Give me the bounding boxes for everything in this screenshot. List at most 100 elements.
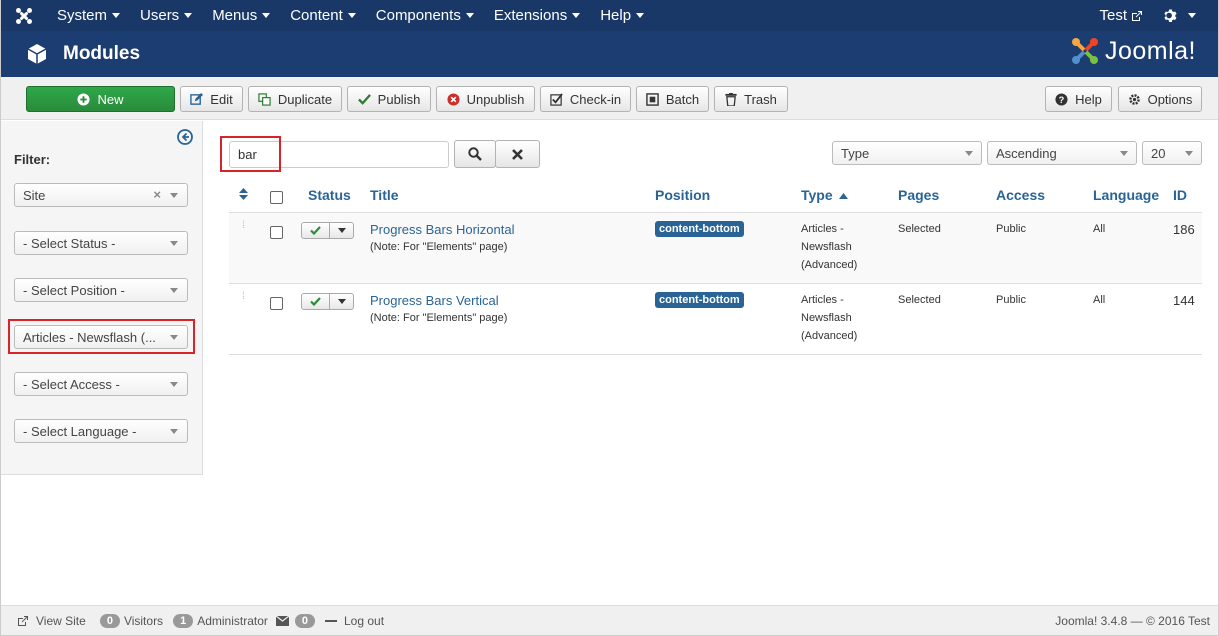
status-select[interactable]: - Select Status - [14,231,188,255]
filter-sidebar: Filter: Site × - Select Status - - Selec… [1,121,203,475]
menu-components[interactable]: Components [366,0,484,31]
row-checkbox[interactable] [270,297,283,310]
sort-field-select[interactable]: Type [832,141,982,165]
published-check-icon[interactable] [302,294,330,309]
drag-handle-icon[interactable]: ⁞ [242,292,245,302]
svg-text:?: ? [1059,94,1065,104]
top-navbar: System Users Menus Content Components Ex… [1,0,1218,31]
limit-value: 20 [1151,145,1166,161]
caret-down-icon [465,13,474,18]
page-title: Modules [63,43,141,64]
module-title-link[interactable]: Progress Bars Horizontal [370,222,515,237]
language-select[interactable]: - Select Language - [14,419,188,443]
access-cell: Public [996,294,1026,306]
logout-link[interactable]: Log out [325,614,384,628]
status-dropdown-toggle[interactable] [330,223,353,238]
type-header[interactable]: Type [801,187,848,203]
menu-users[interactable]: Users [130,0,202,31]
access-cell: Public [996,223,1026,235]
edit-button[interactable]: Edit [180,86,243,112]
gear-icon [1164,9,1177,22]
position-badge: content-bottom [655,292,744,308]
arrow-left-circle-icon[interactable] [177,129,193,145]
menu-system[interactable]: System [47,0,130,31]
type-cell: Articles - Newsflash (Advanced) [801,220,857,274]
settings-menu[interactable] [1153,0,1218,31]
highlight-box [8,319,195,354]
new-button[interactable]: New [26,86,175,112]
menu-extensions[interactable]: Extensions [484,0,590,31]
trash-label: Trash [744,91,777,107]
options-label: Options [1147,91,1193,107]
logout-label: Log out [344,613,385,628]
menu-content[interactable]: Content [280,0,366,31]
drag-handle-icon[interactable]: ⁞ [242,221,245,231]
external-link-icon [18,615,28,626]
checkin-button[interactable]: Check-in [540,86,631,112]
caret-down-icon [184,13,193,18]
publish-button[interactable]: Publish [347,86,431,112]
question-circle-icon: ? [1055,92,1068,106]
external-link-icon [1132,10,1142,21]
copy-icon [258,92,271,106]
type-cell: Articles - Newsflash (Advanced) [801,291,857,345]
caret-down-icon [170,288,178,293]
ordering-icon[interactable] [239,188,248,200]
published-check-icon[interactable] [302,223,330,238]
type-line: Newsflash [801,241,852,253]
access-header[interactable]: Access [996,187,1045,203]
status-toggle[interactable] [301,293,354,310]
select-all-checkbox[interactable] [270,191,283,204]
caret-down-icon [337,228,346,233]
unpublish-button[interactable]: Unpublish [436,86,535,112]
clear-icon[interactable]: × [153,187,161,202]
joomla-logo-icon[interactable] [1,0,47,31]
id-cell: 144 [1173,293,1195,308]
id-header[interactable]: ID [1173,187,1187,203]
menu-label: Menus [212,7,258,24]
duplicate-button[interactable]: Duplicate [248,86,342,112]
pages-header[interactable]: Pages [898,187,939,203]
help-button[interactable]: ? Help [1045,86,1112,112]
batch-button[interactable]: Batch [636,86,709,112]
caret-down-icon [347,13,356,18]
site-select[interactable]: Site × [14,183,188,207]
sort-direction-select[interactable]: Ascending [987,141,1137,165]
language-header[interactable]: Language [1093,187,1159,203]
position-select-value: - Select Position - [23,282,125,298]
position-select[interactable]: - Select Position - [14,278,188,302]
checkbox-icon [550,92,563,106]
status-header[interactable]: Status [308,187,351,203]
caret-down-icon [170,382,178,387]
pages-cell: Selected [898,223,941,235]
joomla-brand: Joomla! [1070,36,1196,66]
title-header[interactable]: Title [370,187,399,203]
trash-icon [725,92,737,106]
clear-search-button[interactable] [495,140,540,168]
messages-status[interactable]: 0 [275,613,319,628]
trash-button[interactable]: Trash [714,86,788,112]
user-site-link[interactable]: Test [1089,0,1153,31]
options-button[interactable]: Options [1118,86,1202,112]
module-title-link[interactable]: Progress Bars Vertical [370,293,499,308]
access-select[interactable]: - Select Access - [14,372,188,396]
row-checkbox[interactable] [270,226,283,239]
module-note: (Note: For "Elements" page) [370,241,508,253]
status-toggle[interactable] [301,222,354,239]
menu-menus[interactable]: Menus [202,0,280,31]
language-cell: All [1093,223,1106,235]
edit-icon [190,92,204,106]
sort-direction-value: Ascending [996,145,1057,161]
status-dropdown-toggle[interactable] [330,294,353,309]
view-site-link[interactable]: View Site [17,614,86,628]
unpublish-label: Unpublish [466,91,525,107]
menu-help[interactable]: Help [590,0,654,31]
search-button[interactable] [454,140,496,168]
menu-label: Content [290,7,343,24]
language-cell: All [1093,294,1106,306]
pages-cell: Selected [898,294,941,306]
type-line: Articles - [801,294,844,306]
position-header[interactable]: Position [655,187,710,203]
limit-select[interactable]: 20 [1142,141,1202,165]
sort-ascending-icon [838,193,848,200]
